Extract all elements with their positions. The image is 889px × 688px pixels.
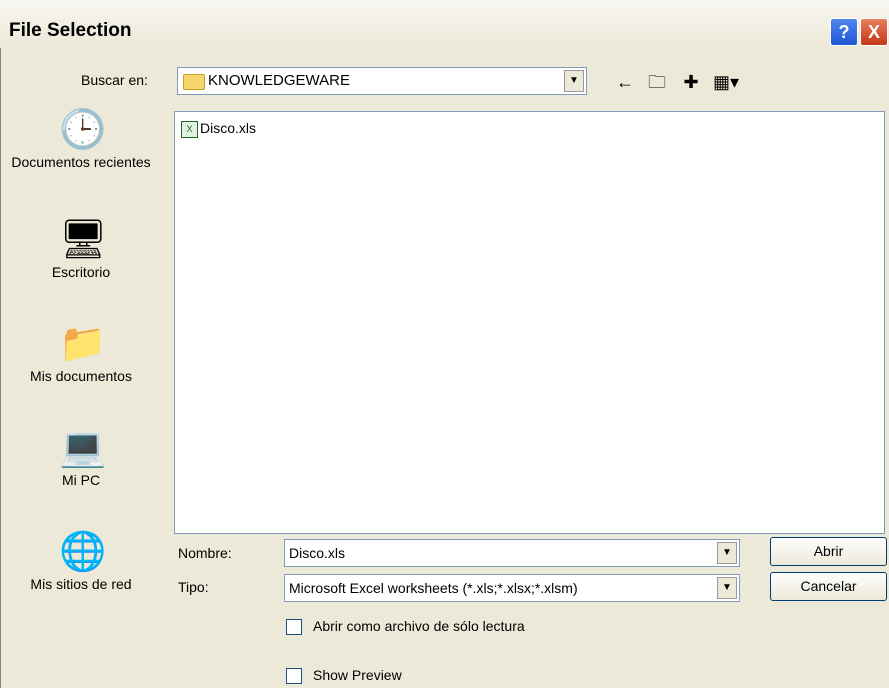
cancel-button[interactable]: Cancelar [770, 572, 887, 601]
folder-up-icon[interactable]: 🗀 [645, 71, 669, 93]
lookin-label: Buscar en: [81, 72, 148, 88]
help-button[interactable]: ? [830, 18, 858, 46]
place-label: Mis sitios de red [30, 576, 132, 592]
dialog-title: File Selection [9, 20, 132, 41]
place-label: Escritorio [51, 264, 111, 280]
filename-combobox[interactable]: Disco.xls ▼ [284, 539, 740, 567]
lookin-value: KNOWLEDGEWARE [208, 72, 350, 89]
show-preview-label: Show Preview [313, 667, 402, 683]
list-item[interactable]: X Disco.xls [181, 120, 256, 138]
chevron-down-icon[interactable]: ▼ [564, 70, 584, 92]
name-label: Nombre: [178, 545, 232, 561]
recent-documents-icon: 🕒 [59, 109, 107, 151]
folder-icon [183, 74, 205, 90]
chevron-down-icon[interactable]: ▼ [717, 542, 737, 564]
filename-value: Disco.xls [289, 545, 346, 561]
place-my-documents[interactable]: 📁 Mis documentos [1, 322, 161, 386]
place-label: Mis documentos [30, 368, 132, 384]
open-button[interactable]: Abrir [770, 537, 887, 566]
new-folder-icon[interactable]: ✚ [679, 71, 703, 93]
chevron-down-icon[interactable]: ▼ [717, 577, 737, 599]
type-value: Microsoft Excel worksheets (*.xls;*.xlsx… [289, 580, 578, 596]
file-list[interactable]: X Disco.xls [174, 111, 885, 534]
excel-file-icon: X [181, 120, 198, 138]
network-places-icon: 🌐 [59, 531, 107, 573]
my-computer-icon: 💻 [59, 427, 107, 469]
file-name: Disco.xls [200, 120, 257, 136]
place-label: Mi PC [61, 472, 101, 488]
file-dialog: Buscar en: KNOWLEDGEWARE ▼ ← 🗀 ✚ ▦▾ 🕒 Do… [0, 48, 889, 688]
place-network[interactable]: 🌐 Mis sitios de red [1, 530, 161, 594]
type-combobox[interactable]: Microsoft Excel worksheets (*.xls;*.xlsx… [284, 574, 740, 602]
place-recent[interactable]: 🕒 Documentos recientes [1, 108, 161, 172]
show-preview-checkbox[interactable] [286, 668, 302, 684]
back-arrow-icon[interactable]: ← [613, 71, 637, 93]
readonly-label: Abrir como archivo de sólo lectura [313, 618, 525, 634]
readonly-checkbox[interactable] [286, 619, 302, 635]
my-documents-icon: 📁 [59, 323, 107, 365]
close-button[interactable]: X [860, 18, 888, 46]
type-label: Tipo: [178, 579, 209, 595]
lookin-combobox[interactable]: KNOWLEDGEWARE ▼ [177, 67, 587, 95]
desktop-icon: 🖥 [59, 219, 108, 261]
place-label: Documentos recientes [11, 154, 151, 170]
title-bar: File Selection ? X [0, 0, 889, 49]
view-menu-icon[interactable]: ▦▾ [713, 71, 739, 93]
place-desktop[interactable]: 🖥 Escritorio [1, 218, 161, 282]
place-my-computer[interactable]: 💻 Mi PC [1, 426, 161, 490]
